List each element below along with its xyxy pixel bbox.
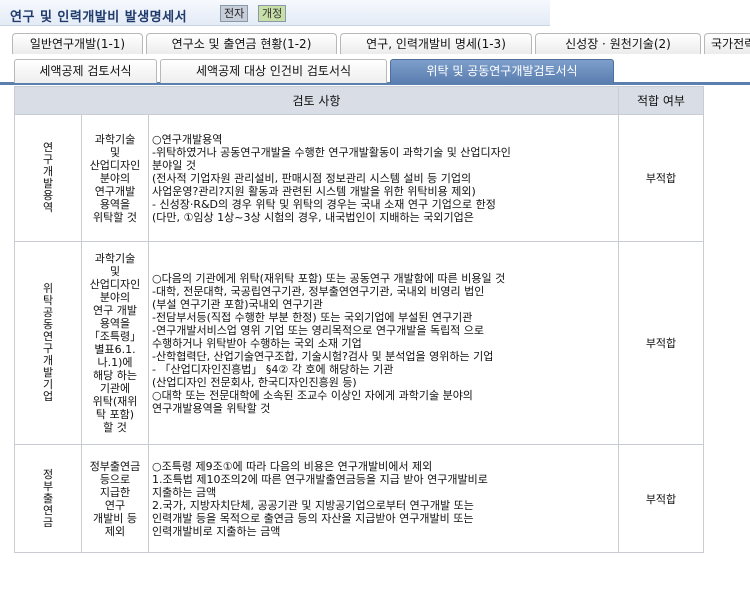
suitability-result[interactable]: 부적합: [618, 241, 704, 445]
row-criterion: 과학기술 및 산업디자인 분야의 연구 개발 용역을 「조특령」 별표6.1. …: [81, 241, 149, 445]
row-category: 연구개발용역: [14, 114, 82, 242]
review-table-container: 검토 사항 적합 여부 연구개발용역 과학기술 및 산업디자인 분야의 연구개발…: [14, 86, 704, 553]
row-criterion: 과학기술 및 산업디자인 분야의 연구개발 용역을 위탁할 것: [81, 114, 149, 242]
main-tab-bar: 일반연구개발(1-1) 연구소 및 출연금 현황(1-2) 연구, 인력개발비 …: [0, 30, 750, 54]
row-criterion: 정부출연금 등으로 지급한 연구 개발비 등 제외: [81, 444, 149, 553]
row-details: ○조특령 제9조①에 따라 다음의 비용은 연구개발비에서 제외 1.조특법 제…: [148, 444, 619, 553]
prev-year-button[interactable]: 전자: [220, 5, 249, 22]
tab-labor-cost-review[interactable]: 세액공제 대상 인건비 검토서식: [160, 59, 387, 83]
table-row: 연구개발용역 과학기술 및 산업디자인 분야의 연구개발 용역을 위탁할 것 ○…: [14, 114, 704, 242]
row-category: 정부출연금: [14, 444, 82, 553]
table-row: 위탁공동연구개발기업 과학기술 및 산업디자인 분야의 연구 개발 용역을 「조…: [14, 241, 704, 445]
header-review-items: 검토 사항: [14, 86, 619, 115]
tab-general-rnd[interactable]: 일반연구개발(1-1): [12, 33, 143, 54]
title-bar-blank: [550, 0, 750, 26]
table-header-row: 검토 사항 적합 여부: [14, 86, 704, 115]
tab-rnd-expense-detail[interactable]: 연구, 인력개발비 명세(1-3): [340, 33, 532, 54]
table-row: 정부출연금 정부출연금 등으로 지급한 연구 개발비 등 제외 ○조특령 제9조…: [14, 444, 704, 553]
title-bar: 연구 및 인력개발비 발생명세서 전자 개정: [0, 0, 750, 26]
tab-lab-contribution[interactable]: 연구소 및 출연금 현황(1-2): [146, 33, 337, 54]
sub-tab-bar: 세액공제 검토서식 세액공제 대상 인건비 검토서식 위탁 및 공동연구개발검토…: [0, 57, 750, 85]
window-title: 연구 및 인력개발비 발생명세서: [10, 10, 188, 25]
tab-outsourced-joint-review[interactable]: 위탁 및 공동연구개발검토서식: [390, 59, 614, 83]
row-details: ○연구개발용역 -위탁하였거나 공동연구개발을 수행한 연구개발활동이 과학기술…: [148, 114, 619, 242]
revision-button[interactable]: 개정: [258, 5, 287, 22]
row-details: ○다음의 기관에게 위탁(재위탁 포함) 또는 공동연구 개발함에 따른 비용일…: [148, 241, 619, 445]
tab-national-strategy[interactable]: 국가전략: [704, 33, 750, 54]
row-category: 위탁공동연구개발기업: [14, 241, 82, 445]
tab-new-growth-tech[interactable]: 신성장 · 원천기술(2): [535, 33, 701, 54]
review-table: 검토 사항 적합 여부 연구개발용역 과학기술 및 산업디자인 분야의 연구개발…: [14, 86, 704, 553]
suitability-result[interactable]: 부적합: [618, 444, 704, 553]
suitability-result[interactable]: 부적합: [618, 114, 704, 242]
tab-tax-credit-review[interactable]: 세액공제 검토서식: [14, 59, 157, 83]
header-suitability: 적합 여부: [618, 86, 704, 115]
